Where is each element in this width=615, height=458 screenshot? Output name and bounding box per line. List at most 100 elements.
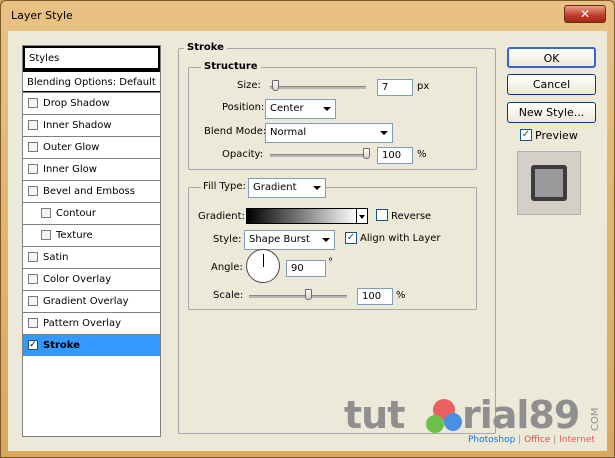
position-select[interactable]: Center bbox=[265, 99, 336, 119]
style-item-stroke[interactable]: ✓ Stroke bbox=[23, 334, 160, 356]
chevron-down-icon bbox=[323, 107, 331, 111]
watermark-photoshop: Photoshop bbox=[468, 435, 516, 445]
style-item-checkbox[interactable] bbox=[28, 274, 38, 284]
style-item-label: Satin bbox=[43, 252, 69, 263]
reverse-label: Reverse bbox=[391, 211, 432, 222]
position-label: Position: bbox=[222, 102, 265, 113]
preview-checkbox[interactable]: ✓ bbox=[520, 129, 532, 141]
style-item-contour[interactable]: Contour bbox=[23, 202, 160, 224]
style-item-checkbox[interactable] bbox=[28, 296, 38, 306]
new-style-button[interactable]: New Style... bbox=[507, 102, 596, 123]
logo-dot-green bbox=[426, 415, 444, 433]
fill-type-value: Gradient bbox=[253, 182, 297, 193]
scale-slider-thumb[interactable] bbox=[305, 289, 312, 300]
cancel-button[interactable]: Cancel bbox=[507, 74, 596, 95]
align-with-layer-label: Align with Layer bbox=[360, 233, 441, 244]
chevron-down-icon bbox=[380, 131, 388, 135]
scale-slider-track[interactable] bbox=[249, 295, 347, 298]
scale-input[interactable]: 100 bbox=[357, 288, 393, 305]
style-item-label: Inner Glow bbox=[43, 164, 97, 175]
style-select[interactable]: Shape Burst bbox=[244, 230, 335, 250]
style-item-satin[interactable]: Satin bbox=[23, 246, 160, 268]
style-item-drop-shadow[interactable]: Drop Shadow bbox=[23, 92, 160, 114]
watermark-text-before: tut bbox=[344, 393, 405, 437]
style-value: Shape Burst bbox=[249, 234, 310, 245]
reverse-checkbox[interactable] bbox=[376, 209, 388, 221]
watermark-text-after: rial89 bbox=[462, 393, 580, 437]
styles-list: Styles Blending Options: Default Drop Sh… bbox=[22, 45, 161, 437]
style-item-checkbox[interactable] bbox=[28, 120, 38, 130]
style-label: Style: bbox=[213, 234, 242, 245]
gradient-swatch[interactable] bbox=[246, 208, 358, 224]
style-item-checkbox[interactable] bbox=[28, 252, 38, 262]
styles-header[interactable]: Styles bbox=[23, 46, 160, 70]
style-item-color-overlay[interactable]: Color Overlay bbox=[23, 268, 160, 290]
style-item-texture[interactable]: Texture bbox=[23, 224, 160, 246]
watermark-sep1: | bbox=[515, 435, 525, 445]
style-item-label: Pattern Overlay bbox=[43, 318, 122, 329]
fill-type-label: Fill Type: bbox=[201, 181, 248, 192]
style-item-label: Stroke bbox=[43, 340, 80, 351]
structure-group-title: Structure bbox=[201, 61, 261, 72]
angle-dial[interactable] bbox=[246, 249, 280, 283]
style-item-label: Texture bbox=[56, 230, 93, 241]
position-value: Center bbox=[270, 103, 304, 114]
ok-button[interactable]: OK bbox=[507, 47, 596, 68]
size-slider-track[interactable] bbox=[270, 86, 366, 89]
blend-mode-label: Blend Mode: bbox=[204, 126, 267, 137]
style-item-checkbox[interactable]: ✓ bbox=[28, 340, 38, 350]
opacity-input[interactable]: 100 bbox=[377, 147, 413, 164]
logo-dot-blue bbox=[444, 413, 462, 431]
style-item-checkbox[interactable] bbox=[28, 318, 38, 328]
watermark-logo: tut rial89 COM Photoshop | Office | Inte… bbox=[344, 393, 606, 449]
angle-unit: ° bbox=[328, 257, 333, 268]
style-item-bevel-and-emboss[interactable]: Bevel and Emboss bbox=[23, 180, 160, 202]
blend-mode-select[interactable]: Normal bbox=[265, 123, 393, 143]
opacity-slider-thumb[interactable] bbox=[363, 148, 370, 159]
opacity-unit: % bbox=[417, 149, 427, 160]
style-item-checkbox[interactable] bbox=[28, 164, 38, 174]
title-bar[interactable]: Layer Style ✕ bbox=[1, 1, 614, 31]
style-item-checkbox[interactable] bbox=[28, 142, 38, 152]
style-item-outer-glow[interactable]: Outer Glow bbox=[23, 136, 160, 158]
window-title: Layer Style bbox=[11, 9, 73, 22]
style-item-label: Color Overlay bbox=[43, 274, 112, 285]
style-item-checkbox[interactable] bbox=[28, 186, 38, 196]
chevron-down-icon bbox=[313, 186, 321, 190]
scale-label: Scale: bbox=[213, 290, 244, 301]
opacity-label: Opacity: bbox=[222, 149, 264, 160]
size-unit: px bbox=[417, 81, 430, 92]
preview-thumbnail bbox=[517, 151, 581, 215]
style-item-label: Drop Shadow bbox=[43, 98, 110, 109]
preview-square bbox=[531, 165, 567, 201]
style-item-pattern-overlay[interactable]: Pattern Overlay bbox=[23, 312, 160, 334]
style-item-gradient-overlay[interactable]: Gradient Overlay bbox=[23, 290, 160, 312]
watermark-office: Office bbox=[524, 435, 551, 445]
scale-unit: % bbox=[396, 290, 406, 301]
opacity-slider-track[interactable] bbox=[270, 154, 370, 157]
stroke-group-title: Stroke bbox=[184, 42, 227, 53]
style-item-inner-shadow[interactable]: Inner Shadow bbox=[23, 114, 160, 136]
style-item-label: Outer Glow bbox=[43, 142, 100, 153]
gradient-dropdown[interactable] bbox=[356, 208, 368, 224]
watermark-internet: Internet bbox=[559, 435, 595, 445]
size-input[interactable]: 7 bbox=[377, 79, 413, 96]
align-with-layer-checkbox[interactable]: ✓ bbox=[345, 232, 357, 244]
style-item-checkbox[interactable] bbox=[28, 98, 38, 108]
angle-input[interactable]: 90 bbox=[286, 260, 326, 277]
style-item-checkbox[interactable] bbox=[41, 208, 51, 218]
gradient-label: Gradient: bbox=[198, 211, 245, 222]
style-item-label: Bevel and Emboss bbox=[43, 186, 135, 197]
style-items: Drop Shadow Inner Shadow Outer Glow Inner G… bbox=[23, 92, 160, 356]
style-item-checkbox[interactable] bbox=[41, 230, 51, 240]
blending-options-item[interactable]: Blending Options: Default bbox=[23, 70, 160, 92]
angle-dial-hand bbox=[263, 254, 264, 267]
angle-label: Angle: bbox=[211, 262, 243, 273]
style-item-label: Inner Shadow bbox=[43, 120, 112, 131]
watermark-sep2: | bbox=[550, 435, 560, 445]
style-item-inner-glow[interactable]: Inner Glow bbox=[23, 158, 160, 180]
size-slider-thumb[interactable] bbox=[272, 80, 279, 91]
layer-style-window: Layer Style ✕ Styles Blending Options: D… bbox=[0, 0, 615, 458]
fill-type-select[interactable]: Gradient bbox=[248, 178, 326, 198]
close-button[interactable]: ✕ bbox=[564, 5, 606, 23]
